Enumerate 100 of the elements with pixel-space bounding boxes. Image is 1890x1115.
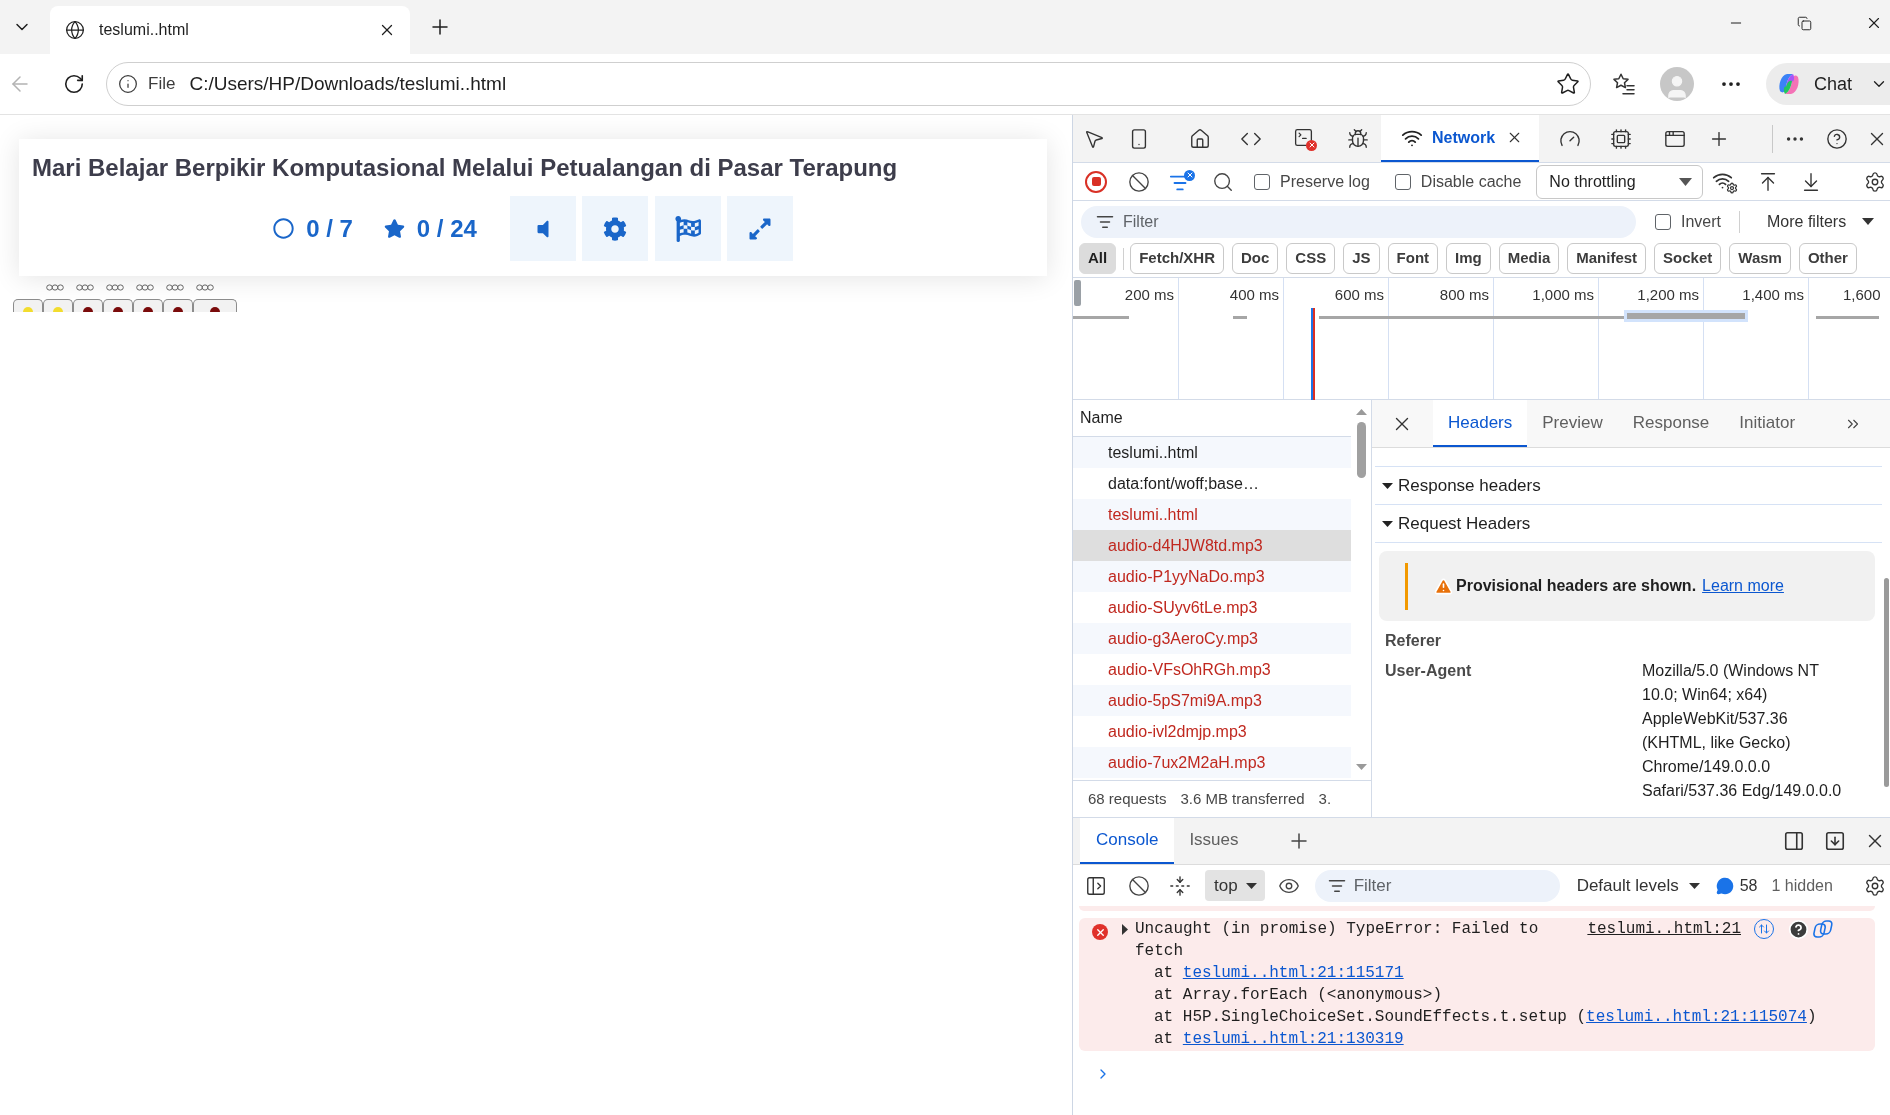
filter-field[interactable]: Filter [1081, 205, 1636, 238]
settings-icon[interactable] [1864, 874, 1886, 897]
type-filter-chip[interactable]: Media [1498, 243, 1560, 274]
stack-frame: at teslumi..html:21:130319 [1154, 1030, 1404, 1048]
type-filter-chip[interactable]: JS [1343, 243, 1380, 274]
type-filter-chip[interactable]: Socket [1654, 243, 1722, 274]
message-icon[interactable] [1715, 876, 1734, 895]
type-filter-chip[interactable]: Manifest [1567, 243, 1647, 274]
source-link[interactable]: teslumi..html:21:130319 [1182, 1030, 1404, 1048]
clear-icon[interactable] [1128, 874, 1150, 897]
range-handle[interactable] [1074, 280, 1081, 306]
expand-triangle-icon[interactable] [1122, 924, 1128, 935]
expand-arrows-icon [747, 216, 772, 241]
finish-button[interactable] [654, 196, 721, 261]
terminal-error-icon[interactable] [1293, 126, 1317, 151]
request-row[interactable]: audio-d4HJW8td.mp3 [1073, 530, 1351, 561]
throttling-dropdown[interactable]: No throttling [1536, 164, 1704, 199]
checkbox[interactable] [1254, 173, 1270, 190]
settings-icon[interactable] [1864, 170, 1886, 193]
time-tick-label: 600 ms [1334, 285, 1384, 305]
message-count: 58 [1739, 875, 1758, 896]
record-icon[interactable] [1085, 170, 1107, 193]
scrollbar-thumb[interactable] [1884, 578, 1889, 787]
collapse-icon[interactable] [1169, 874, 1191, 897]
home-icon[interactable] [1189, 127, 1211, 150]
panel-tab[interactable]: Network [1381, 115, 1539, 162]
section-header[interactable]: Response headers [1375, 467, 1882, 505]
audio-button[interactable] [509, 196, 576, 261]
request-row[interactable]: teslumi..html [1073, 437, 1351, 468]
sidebar-icon[interactable] [1085, 874, 1107, 897]
score-counter: 0 / 24 [416, 213, 477, 244]
request-bar [1073, 316, 1129, 319]
loops-icon [136, 283, 154, 291]
source-link[interactable]: teslumi..html:21:115171 [1182, 964, 1404, 982]
request-row[interactable]: audio-g3AeroCy.mp3 [1073, 623, 1351, 654]
star-list-icon[interactable] [1613, 73, 1635, 95]
site-info-button[interactable]: File [118, 71, 176, 97]
bug-icon[interactable] [1347, 127, 1369, 150]
request-row[interactable]: audio-5pS7mi9A.mp3 [1073, 685, 1351, 716]
browser-tab[interactable]: teslumi..html [50, 6, 410, 54]
undock-icon[interactable] [1824, 830, 1846, 852]
time-tick-label: 1,000 ms [1532, 285, 1594, 305]
source-link[interactable]: teslumi..html:21:115074 [1586, 1008, 1807, 1026]
hidden-count: 1 hidden [1771, 875, 1833, 896]
stack-frame: at teslumi..html:21:115171 [1154, 964, 1404, 982]
request-row[interactable]: teslumi..html [1073, 499, 1351, 530]
request-row[interactable]: audio-P1yyNaDo.mp3 [1073, 561, 1351, 592]
clear-icon[interactable] [1128, 170, 1150, 193]
dock-side-icon[interactable] [1783, 830, 1805, 852]
detail-tab[interactable]: Headers [1433, 400, 1528, 447]
time-tick-label: 200 ms [1124, 285, 1174, 305]
column-header[interactable]: Name [1080, 406, 1123, 430]
reload-icon[interactable] [63, 73, 85, 95]
caret-down-icon [1862, 218, 1875, 225]
stack-frame: at Array.forEach (<anonymous>) [1154, 986, 1443, 1004]
type-filter-chip[interactable]: Wasm [1729, 243, 1791, 274]
help-icon[interactable] [1826, 127, 1848, 150]
warning-text: Provisional headers are shown. [1456, 576, 1697, 596]
star-icon[interactable] [1556, 72, 1580, 96]
section-header[interactable]: Request Headers [1375, 505, 1882, 543]
checkbox[interactable] [1655, 213, 1671, 230]
type-filter-chip[interactable]: All [1079, 243, 1117, 274]
type-filter-chip[interactable]: CSS [1286, 243, 1336, 274]
drawer-tab[interactable]: Console [1080, 818, 1175, 864]
context-dropdown[interactable]: top [1205, 870, 1265, 901]
type-filter-chip[interactable]: Font [1387, 243, 1439, 274]
learn-more-link[interactable]: Learn more [1702, 574, 1784, 598]
restore-icon[interactable] [1797, 15, 1812, 31]
detail-tab[interactable]: Initiator [1724, 400, 1811, 447]
globe-icon [65, 20, 85, 40]
chip-icon[interactable] [1610, 127, 1632, 150]
source-link[interactable]: teslumi..html:21 [1587, 918, 1741, 940]
fullscreen-button[interactable] [726, 196, 793, 261]
settings-button[interactable] [581, 196, 648, 261]
caret-down-icon [1245, 882, 1257, 889]
header-value: Mozilla/5.0 (Windows NT 10.0; Win64; x64) AppleWebKit/537.36 (KHTML, like Gecko) Chrome/149.0.0.0 Safari/537.36 Edg/149.0.0.0 [1642, 661, 1843, 801]
checkbox-label: Invert [1681, 211, 1721, 232]
search-icon[interactable] [1212, 170, 1234, 193]
checkbox[interactable] [1394, 173, 1411, 190]
colorful-logo-icon [1776, 71, 1802, 97]
stack-frame: at H5P.SingleChoiceSet.SoundEffects.t.setup (teslumi..html:21:115074) [1154, 1008, 1817, 1026]
type-filter-chip[interactable]: Fetch/XHR [1130, 243, 1224, 274]
levels-dropdown[interactable]: Default levels [1576, 872, 1700, 899]
type-filter-chip[interactable]: Other [1798, 243, 1857, 274]
detail-tab[interactable]: Response [1617, 400, 1725, 447]
chat-button[interactable]: Chat [1766, 63, 1890, 105]
more-filters-button[interactable]: More filters [1767, 209, 1875, 234]
caret-up-icon[interactable] [1355, 409, 1367, 415]
overlapping-shapes-icon[interactable] [1813, 920, 1835, 938]
loops-icon [106, 283, 124, 291]
scrollbar-thumb[interactable] [1356, 422, 1366, 478]
drawer-tab[interactable]: Issues [1174, 818, 1254, 864]
console-filter-field[interactable]: Filter [1314, 869, 1560, 902]
type-filter-chip[interactable]: Img [1446, 243, 1491, 274]
request-bar [1233, 316, 1247, 319]
detail-tab[interactable]: Preview [1527, 400, 1618, 447]
caret-down-icon[interactable] [1355, 764, 1367, 770]
loops-icon [76, 283, 94, 291]
type-filter-chip[interactable]: Doc [1232, 243, 1279, 274]
request-row[interactable]: audio-7ux2M2aH.mp3 [1073, 747, 1351, 778]
